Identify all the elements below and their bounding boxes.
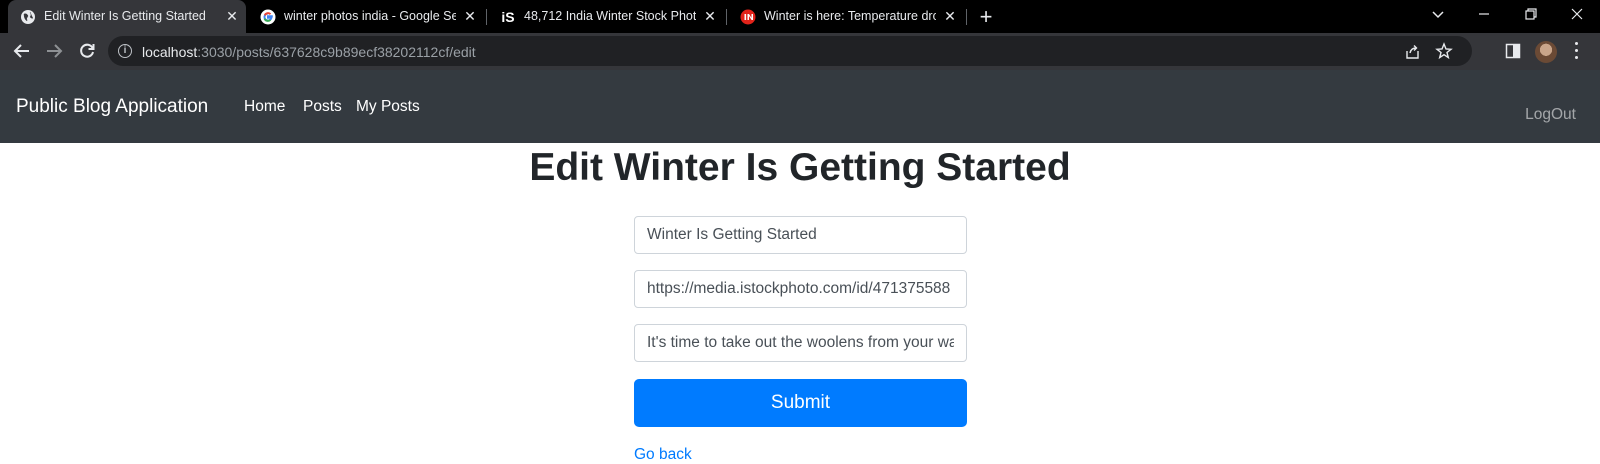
site-info-icon[interactable]: i bbox=[118, 44, 132, 58]
navbar-brand[interactable]: Public Blog Application bbox=[16, 96, 208, 118]
title-input[interactable] bbox=[634, 216, 967, 254]
tab-title: Winter is here: Temperature drop bbox=[764, 9, 936, 23]
tab-title: Edit Winter Is Getting Started bbox=[44, 9, 206, 23]
bookmark-star-icon[interactable] bbox=[1435, 42, 1453, 60]
window-close-icon[interactable] bbox=[1567, 6, 1587, 26]
image-url-input[interactable] bbox=[634, 270, 967, 308]
istock-icon: iS bbox=[501, 9, 515, 25]
nav-link-home[interactable]: Home bbox=[244, 98, 285, 116]
browser-toolbar: i localhost:3030/posts/637628c9b89ecf382… bbox=[0, 33, 1600, 70]
close-icon[interactable]: ✕ bbox=[942, 8, 958, 24]
tab-google-search[interactable]: winter photos india - Google Sea ✕ bbox=[248, 0, 484, 33]
reload-icon[interactable] bbox=[77, 41, 97, 61]
close-icon[interactable]: ✕ bbox=[702, 8, 718, 24]
tab-separator bbox=[966, 9, 967, 25]
close-icon[interactable]: ✕ bbox=[224, 8, 240, 24]
tab-title: 48,712 India Winter Stock Photos bbox=[524, 9, 696, 23]
tab-title: winter photos india - Google Sea bbox=[284, 9, 456, 23]
tab-separator bbox=[486, 9, 487, 25]
news-icon bbox=[740, 9, 756, 25]
app-navbar: Public Blog Application Home Posts My Po… bbox=[0, 70, 1600, 143]
new-tab-button[interactable]: + bbox=[975, 6, 997, 28]
browser-menu-icon[interactable] bbox=[1575, 42, 1579, 60]
nav-link-posts[interactable]: Posts bbox=[303, 98, 342, 116]
tab-news[interactable]: Winter is here: Temperature drop ✕ bbox=[728, 0, 964, 33]
close-icon[interactable]: ✕ bbox=[462, 8, 478, 24]
restore-icon[interactable] bbox=[1521, 6, 1541, 26]
nav-link-my-posts[interactable]: My Posts bbox=[356, 98, 420, 116]
page-title: Edit Winter Is Getting Started bbox=[529, 146, 1071, 189]
browser-tab-strip: Edit Winter Is Getting Started ✕ winter … bbox=[0, 0, 1600, 33]
profile-avatar[interactable] bbox=[1535, 41, 1557, 63]
tab-istock[interactable]: iS 48,712 India Winter Stock Photos ✕ bbox=[488, 0, 724, 33]
logout-link[interactable]: LogOut bbox=[1525, 106, 1576, 124]
globe-icon bbox=[20, 9, 36, 25]
share-icon[interactable] bbox=[1404, 43, 1422, 61]
url-host: localhost bbox=[142, 44, 198, 60]
minimize-icon[interactable] bbox=[1474, 6, 1494, 26]
forward-arrow-icon[interactable] bbox=[44, 41, 64, 61]
url-text[interactable]: localhost:3030/posts/637628c9b89ecf38202… bbox=[142, 44, 476, 60]
tab-edit-post[interactable]: Edit Winter Is Getting Started ✕ bbox=[8, 0, 246, 33]
url-path: :3030/posts/637628c9b89ecf38202112cf/edi… bbox=[197, 44, 476, 60]
side-panel-icon[interactable] bbox=[1504, 42, 1522, 60]
address-bar[interactable]: i localhost:3030/posts/637628c9b89ecf382… bbox=[108, 36, 1472, 66]
google-icon bbox=[260, 9, 276, 25]
go-back-link[interactable]: Go back bbox=[634, 446, 692, 464]
body-input[interactable] bbox=[634, 324, 967, 362]
submit-button[interactable]: Submit bbox=[634, 379, 967, 427]
back-arrow-icon[interactable] bbox=[12, 41, 32, 61]
tab-separator bbox=[726, 9, 727, 25]
tab-search-icon[interactable] bbox=[1428, 6, 1448, 26]
